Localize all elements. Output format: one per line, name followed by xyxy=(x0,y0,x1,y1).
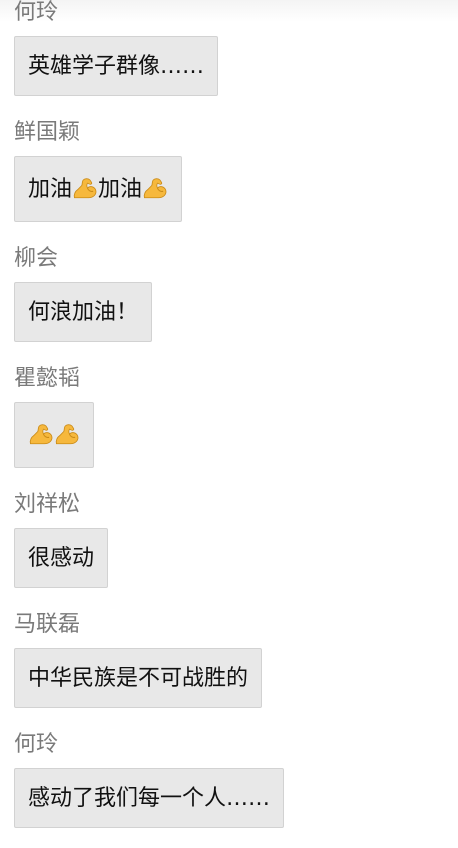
comment-bubble[interactable]: 很感动 xyxy=(14,528,109,588)
comment-author[interactable]: 鲜国颖 xyxy=(14,120,182,146)
comment-bubble[interactable] xyxy=(14,402,94,468)
comment-bubble[interactable]: 中华民族是不可战胜的 xyxy=(14,648,263,708)
comment-text: 中华民族是不可战胜的 xyxy=(28,666,249,691)
flexed-biceps-icon xyxy=(54,421,80,447)
comment-item: 鲜国颖 加油 加油 xyxy=(14,120,183,222)
comment-bubble[interactable]: 何浪加油！ xyxy=(14,282,153,342)
comment-author[interactable]: 马联磊 xyxy=(14,612,262,638)
comment-item: 柳会 何浪加油！ xyxy=(14,246,153,342)
comment-item: 马联磊 中华民族是不可战胜的 xyxy=(14,612,263,708)
flexed-biceps-icon xyxy=(28,421,54,447)
comment-text: 加油 xyxy=(28,177,73,202)
comment-bubble[interactable]: 感动了我们每一个人…… xyxy=(14,768,285,828)
comment-text: 英雄学子群像…… xyxy=(28,54,205,79)
comment-text: 何浪加油！ xyxy=(28,300,139,325)
comment-bubble[interactable]: 加油 加油 xyxy=(14,156,183,222)
flexed-biceps-icon xyxy=(142,175,168,201)
flexed-biceps-icon xyxy=(72,175,98,201)
comment-author[interactable]: 瞿懿韬 xyxy=(14,366,94,392)
comment-author[interactable]: 柳会 xyxy=(14,246,152,272)
comment-text: 加油 xyxy=(98,177,143,202)
comment-item: 刘祥松 很感动 xyxy=(14,492,109,588)
comment-text: 很感动 xyxy=(28,546,95,571)
comment-item: 何玲 英雄学子群像…… xyxy=(14,0,219,96)
comment-text: 感动了我们每一个人…… xyxy=(28,786,271,811)
comment-author[interactable]: 何玲 xyxy=(14,0,218,26)
comment-bubble[interactable]: 英雄学子群像…… xyxy=(14,36,219,96)
comment-author[interactable]: 何玲 xyxy=(14,732,284,758)
comment-author[interactable]: 刘祥松 xyxy=(14,492,108,518)
comment-item: 瞿懿韬 xyxy=(14,366,94,468)
comment-item: 何玲 感动了我们每一个人…… xyxy=(14,732,285,828)
